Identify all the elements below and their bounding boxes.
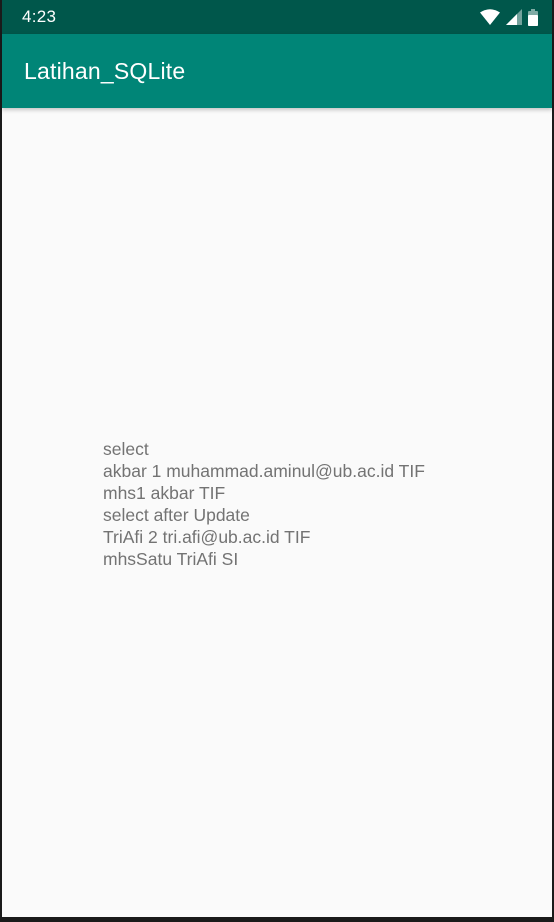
app-toolbar: Latihan_SQLite <box>2 34 552 108</box>
result-line: mhs1 akbar TIF <box>103 483 226 503</box>
status-bar: 4:23 <box>2 0 552 34</box>
cellular-signal-icon <box>506 9 522 25</box>
battery-icon <box>528 8 538 26</box>
query-result-text: select akbar 1 muhammad.aminul@ub.ac.id … <box>103 438 425 570</box>
result-line: select <box>103 439 149 459</box>
status-icons <box>480 0 538 34</box>
result-line: akbar 1 muhammad.aminul@ub.ac.id TIF <box>103 461 425 481</box>
app-title: Latihan_SQLite <box>24 57 186 84</box>
bottom-bezel <box>2 917 552 922</box>
status-time: 4:23 <box>22 7 57 26</box>
wifi-icon <box>480 9 500 25</box>
result-line: select after Update <box>103 505 250 525</box>
result-line: TriAfi 2 tri.afi@ub.ac.id TIF <box>103 527 311 547</box>
result-line: mhsSatu TriAfi SI <box>103 549 239 569</box>
phone-screen: 4:23 Latihan_SQLite select akbar 1 muham… <box>0 0 554 922</box>
main-content: select akbar 1 muhammad.aminul@ub.ac.id … <box>2 108 552 916</box>
